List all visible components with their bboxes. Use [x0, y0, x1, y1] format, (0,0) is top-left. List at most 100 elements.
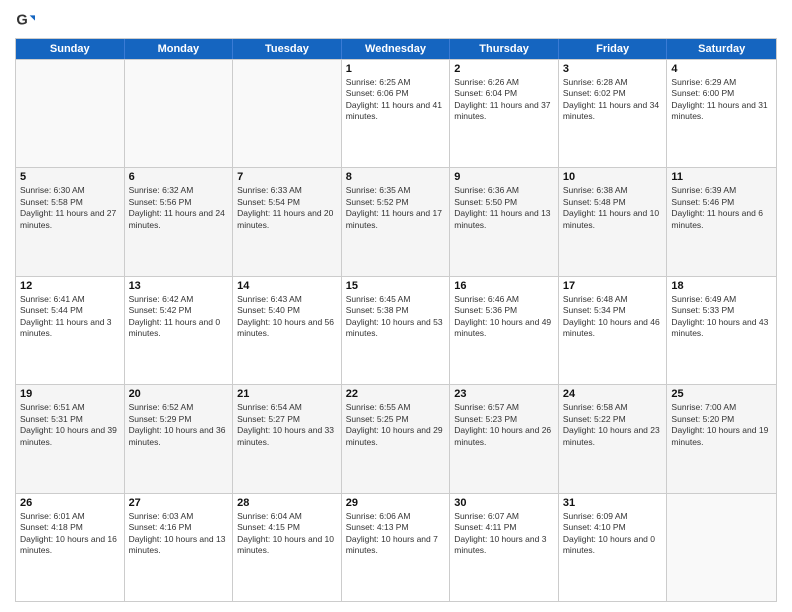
day-cell-15: 15 Sunrise: 6:45 AMSunset: 5:38 PMDayligh… — [342, 277, 451, 384]
day-cell-24: 24 Sunrise: 6:58 AMSunset: 5:22 PMDayligh… — [559, 385, 668, 492]
header-day-tuesday: Tuesday — [233, 39, 342, 59]
day-cell-9: 9 Sunrise: 6:36 AMSunset: 5:50 PMDaylight… — [450, 168, 559, 275]
day-info: Sunrise: 6:26 AMSunset: 6:04 PMDaylight:… — [454, 77, 554, 123]
day-info: Sunrise: 6:30 AMSunset: 5:58 PMDaylight:… — [20, 185, 120, 231]
header-day-saturday: Saturday — [667, 39, 776, 59]
day-cell-19: 19 Sunrise: 6:51 AMSunset: 5:31 PMDayligh… — [16, 385, 125, 492]
day-info: Sunrise: 6:45 AMSunset: 5:38 PMDaylight:… — [346, 294, 446, 340]
day-cell-17: 17 Sunrise: 6:48 AMSunset: 5:34 PMDayligh… — [559, 277, 668, 384]
day-info: Sunrise: 6:54 AMSunset: 5:27 PMDaylight:… — [237, 402, 337, 448]
day-number: 21 — [237, 388, 337, 400]
day-info: Sunrise: 6:55 AMSunset: 5:25 PMDaylight:… — [346, 402, 446, 448]
day-number: 30 — [454, 497, 554, 509]
calendar-header: SundayMondayTuesdayWednesdayThursdayFrid… — [16, 39, 776, 59]
day-number: 22 — [346, 388, 446, 400]
day-number: 6 — [129, 171, 229, 183]
day-number: 18 — [671, 280, 772, 292]
day-number: 17 — [563, 280, 663, 292]
day-number: 11 — [671, 171, 772, 183]
day-cell-6: 6Sunrise: 6:32 AMSunset: 5:56 PMDaylight… — [125, 168, 234, 275]
header-day-friday: Friday — [559, 39, 668, 59]
day-number: 26 — [20, 497, 120, 509]
day-info: Sunrise: 6:39 AMSunset: 5:46 PMDaylight:… — [671, 185, 772, 231]
day-info: Sunrise: 6:58 AMSunset: 5:22 PMDaylight:… — [563, 402, 663, 448]
day-number: 25 — [671, 388, 772, 400]
header-day-wednesday: Wednesday — [342, 39, 451, 59]
day-info: Sunrise: 6:35 AMSunset: 5:52 PMDaylight:… — [346, 185, 446, 231]
day-info: Sunrise: 6:33 AMSunset: 5:54 PMDaylight:… — [237, 185, 337, 231]
empty-cell — [16, 60, 125, 167]
empty-cell — [125, 60, 234, 167]
day-cell-11: 11 Sunrise: 6:39 AMSunset: 5:46 PMDayligh… — [667, 168, 776, 275]
day-number: 16 — [454, 280, 554, 292]
calendar-row-0: 1 Sunrise: 6:25 AMSunset: 6:06 PMDaylight… — [16, 59, 776, 167]
day-cell-12: 12 Sunrise: 6:41 AMSunset: 5:44 PMDayligh… — [16, 277, 125, 384]
calendar-row-3: 19 Sunrise: 6:51 AMSunset: 5:31 PMDayligh… — [16, 384, 776, 492]
day-cell-20: 20 Sunrise: 6:52 AMSunset: 5:29 PMDayligh… — [125, 385, 234, 492]
day-cell-18: 18 Sunrise: 6:49 AMSunset: 5:33 PMDayligh… — [667, 277, 776, 384]
day-cell-8: 8 Sunrise: 6:35 AMSunset: 5:52 PMDaylight… — [342, 168, 451, 275]
day-info: Sunrise: 6:28 AMSunset: 6:02 PMDaylight:… — [563, 77, 663, 123]
day-number: 23 — [454, 388, 554, 400]
header-day-sunday: Sunday — [16, 39, 125, 59]
day-cell-22: 22 Sunrise: 6:55 AMSunset: 5:25 PMDayligh… — [342, 385, 451, 492]
logo: G — [15, 10, 39, 30]
empty-cell — [233, 60, 342, 167]
day-cell-7: 7 Sunrise: 6:33 AMSunset: 5:54 PMDaylight… — [233, 168, 342, 275]
day-info: Sunrise: 6:51 AMSunset: 5:31 PMDaylight:… — [20, 402, 120, 448]
day-info: Sunrise: 6:57 AMSunset: 5:23 PMDaylight:… — [454, 402, 554, 448]
day-number: 27 — [129, 497, 229, 509]
day-info: Sunrise: 6:01 AMSunset: 4:18 PMDaylight:… — [20, 511, 120, 557]
day-cell-29: 29Sunrise: 6:06 AMSunset: 4:13 PMDayligh… — [342, 494, 451, 601]
day-number: 15 — [346, 280, 446, 292]
day-info: Sunrise: 6:49 AMSunset: 5:33 PMDaylight:… — [671, 294, 772, 340]
day-info: Sunrise: 7:00 AMSunset: 5:20 PMDaylight:… — [671, 402, 772, 448]
day-info: Sunrise: 6:29 AMSunset: 6:00 PMDaylight:… — [671, 77, 772, 123]
day-info: Sunrise: 6:41 AMSunset: 5:44 PMDaylight:… — [20, 294, 120, 340]
day-number: 8 — [346, 171, 446, 183]
day-number: 20 — [129, 388, 229, 400]
empty-cell — [667, 494, 776, 601]
day-number: 1 — [346, 63, 446, 75]
day-number: 24 — [563, 388, 663, 400]
calendar-body: 1 Sunrise: 6:25 AMSunset: 6:06 PMDaylight… — [16, 59, 776, 601]
svg-text:G: G — [16, 13, 27, 29]
page-header: G — [15, 10, 777, 30]
day-number: 3 — [563, 63, 663, 75]
day-cell-30: 30 Sunrise: 6:07 AMSunset: 4:11 PMDayligh… — [450, 494, 559, 601]
day-cell-16: 16 Sunrise: 6:46 AMSunset: 5:36 PMDayligh… — [450, 277, 559, 384]
day-number: 5 — [20, 171, 120, 183]
day-number: 14 — [237, 280, 337, 292]
day-number: 19 — [20, 388, 120, 400]
day-number: 29 — [346, 497, 446, 509]
day-info: Sunrise: 6:03 AMSunset: 4:16 PMDaylight:… — [129, 511, 229, 557]
calendar-row-1: 5 Sunrise: 6:30 AMSunset: 5:58 PMDaylight… — [16, 167, 776, 275]
day-number: 7 — [237, 171, 337, 183]
day-cell-10: 10Sunrise: 6:38 AMSunset: 5:48 PMDayligh… — [559, 168, 668, 275]
header-day-thursday: Thursday — [450, 39, 559, 59]
day-cell-31: 31Sunrise: 6:09 AMSunset: 4:10 PMDayligh… — [559, 494, 668, 601]
day-cell-28: 28 Sunrise: 6:04 AMSunset: 4:15 PMDayligh… — [233, 494, 342, 601]
day-info: Sunrise: 6:52 AMSunset: 5:29 PMDaylight:… — [129, 402, 229, 448]
day-info: Sunrise: 6:48 AMSunset: 5:34 PMDaylight:… — [563, 294, 663, 340]
day-number: 28 — [237, 497, 337, 509]
day-info: Sunrise: 6:42 AMSunset: 5:42 PMDaylight:… — [129, 294, 229, 340]
day-cell-13: 13 Sunrise: 6:42 AMSunset: 5:42 PMDayligh… — [125, 277, 234, 384]
day-number: 9 — [454, 171, 554, 183]
day-cell-1: 1 Sunrise: 6:25 AMSunset: 6:06 PMDaylight… — [342, 60, 451, 167]
day-cell-2: 2 Sunrise: 6:26 AMSunset: 6:04 PMDaylight… — [450, 60, 559, 167]
day-info: Sunrise: 6:25 AMSunset: 6:06 PMDaylight:… — [346, 77, 446, 123]
day-number: 12 — [20, 280, 120, 292]
day-cell-23: 23 Sunrise: 6:57 AMSunset: 5:23 PMDayligh… — [450, 385, 559, 492]
day-info: Sunrise: 6:04 AMSunset: 4:15 PMDaylight:… — [237, 511, 337, 557]
calendar: SundayMondayTuesdayWednesdayThursdayFrid… — [15, 38, 777, 602]
day-number: 4 — [671, 63, 772, 75]
day-number: 13 — [129, 280, 229, 292]
day-cell-26: 26 Sunrise: 6:01 AMSunset: 4:18 PMDayligh… — [16, 494, 125, 601]
day-info: Sunrise: 6:46 AMSunset: 5:36 PMDaylight:… — [454, 294, 554, 340]
day-number: 2 — [454, 63, 554, 75]
day-cell-4: 4 Sunrise: 6:29 AMSunset: 6:00 PMDaylight… — [667, 60, 776, 167]
day-cell-5: 5 Sunrise: 6:30 AMSunset: 5:58 PMDaylight… — [16, 168, 125, 275]
day-info: Sunrise: 6:07 AMSunset: 4:11 PMDaylight:… — [454, 511, 554, 557]
day-info: Sunrise: 6:36 AMSunset: 5:50 PMDaylight:… — [454, 185, 554, 231]
